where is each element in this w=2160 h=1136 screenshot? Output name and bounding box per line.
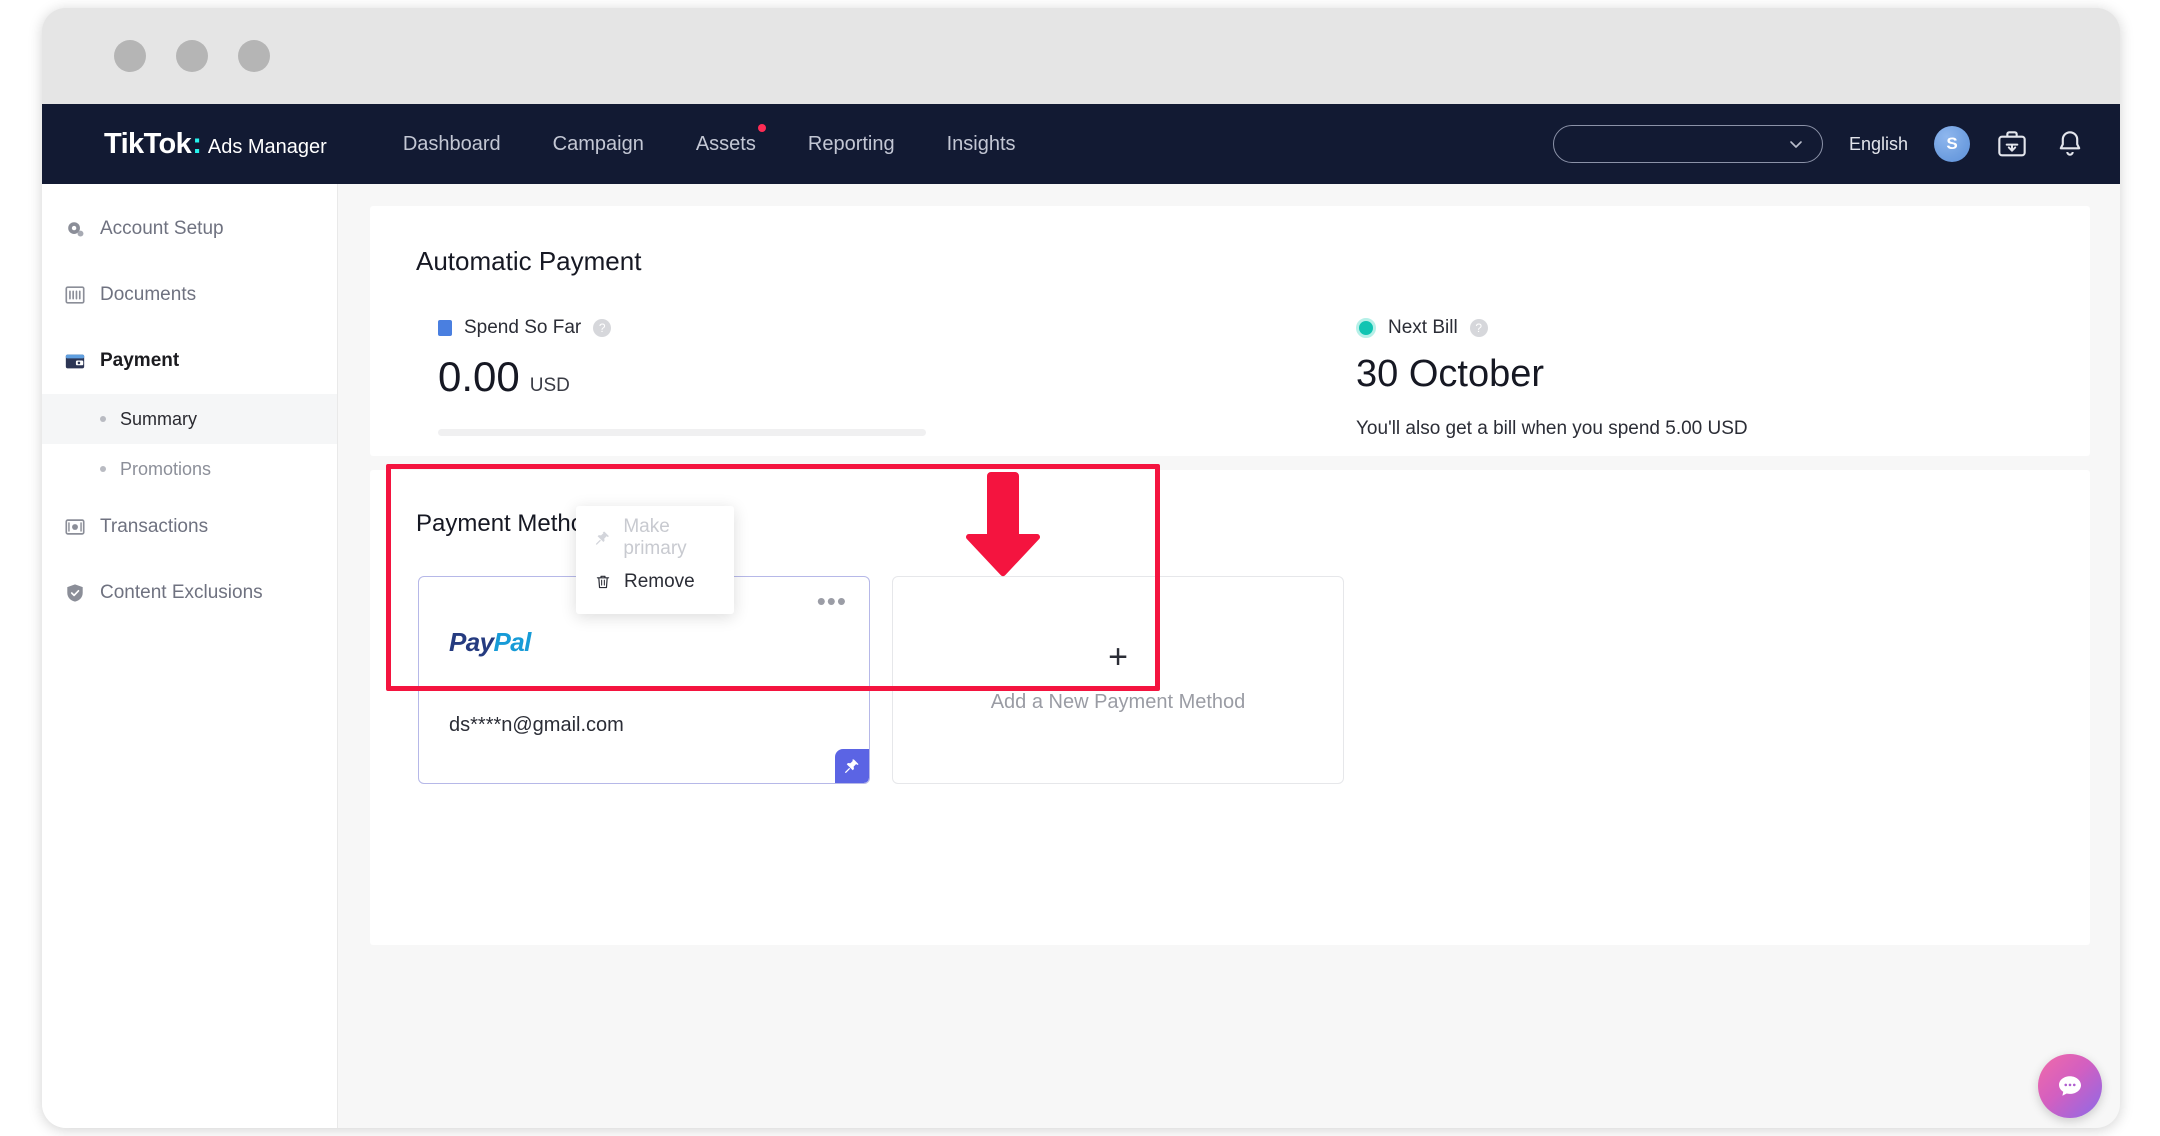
spend-so-far-label: Spend So Far [464, 317, 582, 338]
sidebar-subitem-label: Promotions [120, 458, 212, 479]
sidebar-item-label: Payment [100, 350, 180, 371]
next-bill-note: You'll also get a bill when you spend 5.… [1356, 418, 1748, 439]
new-badge-dot-icon [757, 123, 766, 132]
sidebar-item-label: Content Exclusions [100, 582, 263, 603]
sidebar-item-label: Transactions [100, 516, 209, 537]
automatic-payment-panel: Automatic Payment Spend So Far ? 0.00 US… [370, 206, 2090, 456]
window-dot-close[interactable] [114, 40, 146, 72]
paypal-masked-email: ds****n@gmail.com [449, 714, 624, 736]
briefcase-icon[interactable] [1996, 128, 2028, 160]
plus-icon: + [1108, 637, 1128, 676]
chat-support-button[interactable] [2038, 1054, 2102, 1118]
automatic-payment-columns: Spend So Far ? 0.00 USD Next Bill ? 30 O… [416, 317, 2044, 440]
top-navigation-bar: TikTok: Ads Manager Dashboard Campaign As… [42, 104, 2120, 184]
nav-item-label: Assets [695, 132, 756, 155]
top-nav-right-cluster: English S [1552, 125, 2086, 163]
settings-gear-icon [68, 222, 84, 237]
window-dot-maximize[interactable] [238, 40, 270, 72]
next-bill-label: Next Bill [1388, 317, 1458, 338]
payment-methods-panel: Payment Methods ••• PayPal ds****n@gmail… [370, 470, 2090, 945]
next-bill-header: Next Bill ? [1356, 317, 2044, 339]
spend-currency: USD [529, 375, 570, 396]
brand-name: TikTok [104, 127, 192, 160]
menu-item-label: Make primary [623, 516, 687, 559]
spend-progress-bar [438, 429, 926, 436]
paypal-logo-part1: Pay [449, 627, 494, 657]
paypal-logo-part2: Pal [493, 627, 531, 657]
sidebar-item-transactions[interactable]: Transactions [42, 494, 337, 560]
avatar[interactable]: S [1934, 126, 1970, 162]
spend-so-far-block: Spend So Far ? 0.00 USD [416, 317, 1056, 440]
paypal-logo: PayPal [449, 627, 839, 658]
info-icon[interactable]: ? [1469, 319, 1488, 337]
sidebar-item-documents[interactable]: Documents [42, 262, 337, 328]
nav-item-campaign[interactable]: Campaign [527, 133, 670, 156]
sidebar: Account Setup Documents Payment Summary … [42, 184, 338, 1128]
brand-colon: : [192, 127, 202, 160]
menu-item-label: Remove [624, 571, 695, 592]
nav-item-label: Reporting [807, 132, 895, 155]
card-more-options-button[interactable]: ••• [817, 588, 847, 614]
browser-titlebar [42, 8, 2120, 104]
nav-item-label: Campaign [552, 132, 644, 155]
menu-item-remove[interactable]: Remove [576, 560, 734, 604]
sidebar-item-content-exclusions[interactable]: Content Exclusions [42, 560, 337, 626]
sidebar-subitem-summary[interactable]: Summary [42, 394, 337, 444]
nav-item-assets[interactable]: Assets [670, 123, 782, 156]
spend-amount-value: 0.00 [438, 353, 520, 400]
sidebar-subitem-promotions[interactable]: Promotions [42, 444, 337, 494]
chevron-down-icon [1790, 141, 1802, 148]
info-icon[interactable]: ? [593, 319, 612, 337]
shield-icon [67, 584, 83, 602]
nav-item-label: Dashboard [402, 132, 501, 155]
sidebar-item-label: Account Setup [100, 218, 224, 239]
nav-item-insights[interactable]: Insights [921, 133, 1042, 156]
page-body: Account Setup Documents Payment Summary … [42, 184, 2120, 1128]
bell-icon[interactable] [2054, 128, 2086, 160]
window-dot-minimize[interactable] [176, 40, 208, 72]
trash-icon [596, 575, 610, 589]
sidebar-item-label: Documents [100, 284, 197, 305]
menu-item-make-primary[interactable]: Make primary [576, 516, 734, 560]
pin-icon [595, 531, 610, 545]
nav-item-reporting[interactable]: Reporting [782, 133, 921, 156]
chat-bubble-icon [2059, 1076, 2081, 1096]
page-title: Automatic Payment [416, 246, 642, 276]
browser-window: TikTok: Ads Manager Dashboard Campaign As… [42, 8, 2120, 1128]
sidebar-item-payment[interactable]: Payment [42, 328, 337, 394]
spend-amount: 0.00 USD [438, 353, 1056, 401]
bullet-icon [100, 416, 106, 422]
documents-icon [65, 286, 85, 304]
sidebar-subitem-label: Summary [120, 408, 198, 429]
payment-methods-wrapper: Payment Methods ••• PayPal ds****n@gmail… [370, 464, 2090, 945]
language-switcher[interactable]: English [1849, 134, 1908, 155]
brand-product-name: Ads Manager [207, 135, 327, 158]
card-context-menu: Make primary Remove [576, 506, 734, 614]
transactions-icon [65, 519, 85, 535]
wallet-icon [65, 354, 85, 369]
main-content: Automatic Payment Spend So Far ? 0.00 US… [338, 184, 2120, 1128]
next-bill-block: Next Bill ? 30 October You'll also get a… [1056, 317, 2044, 440]
sidebar-item-account-setup[interactable]: Account Setup [42, 196, 337, 262]
account-select-dropdown[interactable] [1552, 125, 1823, 163]
pin-icon [845, 759, 859, 773]
add-payment-method-label: Add a New Payment Method [990, 690, 1246, 713]
spend-marker-icon [438, 320, 452, 336]
brand-logo[interactable]: TikTok: Ads Manager [104, 128, 327, 161]
nav-item-dashboard[interactable]: Dashboard [377, 133, 527, 156]
next-bill-date: 30 October [1356, 353, 1544, 395]
next-bill-marker-icon [1356, 318, 1376, 338]
add-payment-method-card[interactable]: + Add a New Payment Method [892, 576, 1344, 784]
bullet-icon [100, 466, 106, 472]
spend-so-far-header: Spend So Far ? [438, 317, 1056, 339]
nav-item-label: Insights [946, 132, 1016, 155]
primary-pin-badge [835, 749, 869, 783]
